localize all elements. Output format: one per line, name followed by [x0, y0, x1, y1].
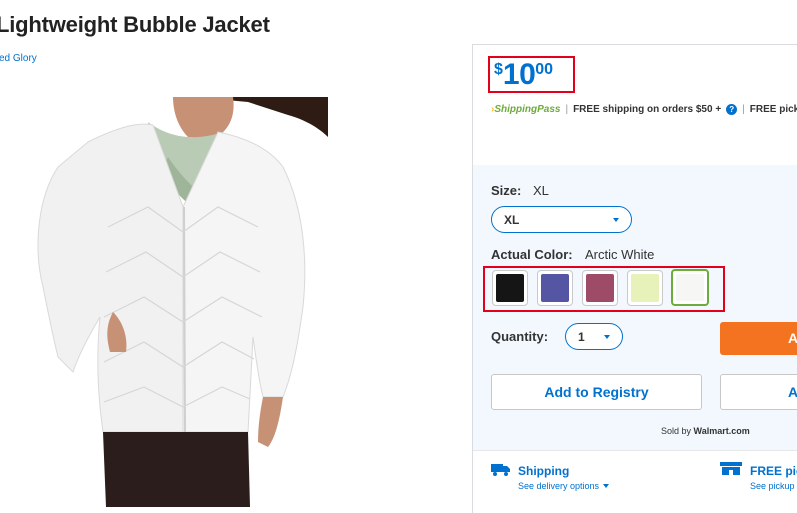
sold-by: Sold by Walmart.com: [661, 426, 750, 436]
quantity-select[interactable]: 1: [565, 323, 623, 350]
help-icon[interactable]: ?: [726, 104, 738, 115]
pickup-link[interactable]: See pickup: [750, 481, 797, 491]
swatch-black[interactable]: [492, 270, 528, 306]
free-shipping-text: FREE shipping on orders $50 +: [573, 104, 722, 115]
add-to-registry-button[interactable]: Add to Registry: [491, 374, 702, 410]
free-pickup-text: FREE pickup: [749, 104, 797, 115]
swatch-berry[interactable]: [582, 270, 618, 306]
quantity-value: 1: [578, 329, 585, 344]
pickup-option[interactable]: FREE pic See pickup: [750, 464, 797, 491]
chevron-down-icon: [603, 484, 610, 488]
sold-by-prefix: Sold by: [661, 426, 692, 436]
chevron-down-icon: [604, 334, 610, 339]
divider: |: [565, 104, 569, 115]
shipping-option[interactable]: Shipping See delivery options: [518, 464, 610, 491]
shipping-pass-logo: ›ShippingPass: [491, 104, 561, 115]
add-to-list-button[interactable]: A: [720, 374, 797, 410]
chevron-down-icon: [613, 217, 619, 222]
color-value: Arctic White: [585, 247, 655, 262]
price: $1000: [494, 58, 553, 92]
divider: |: [742, 104, 745, 115]
price-highlight: $1000: [488, 56, 575, 93]
swatch-arctic-white[interactable]: [671, 269, 709, 306]
price-currency: $: [494, 61, 503, 78]
size-label: Size:: [491, 183, 522, 198]
add-to-cart-button[interactable]: A: [720, 322, 797, 355]
pickup-title: FREE pic: [750, 464, 797, 478]
price-cents: 00: [535, 61, 554, 78]
product-image[interactable]: [18, 97, 328, 507]
color-label: Actual Color:: [491, 247, 573, 262]
shipping-pass-line: ›ShippingPass | FREE shipping on orders …: [491, 104, 797, 115]
swatch-lime[interactable]: [627, 270, 663, 306]
delivery-options-link[interactable]: See delivery options: [518, 481, 610, 491]
truck-icon: [491, 464, 510, 476]
price-dollars: 10: [502, 58, 536, 91]
seller-name[interactable]: Walmart.com: [694, 426, 750, 436]
shipping-title: Shipping: [518, 464, 570, 478]
size-select-value: XL: [504, 212, 520, 227]
store-icon: [720, 462, 742, 475]
product-title: Lightweight Bubble Jacket: [0, 12, 270, 37]
size-value: XL: [533, 183, 549, 198]
quantity-label: Quantity:: [491, 329, 549, 344]
brand-link[interactable]: ed Glory: [0, 53, 37, 64]
size-select[interactable]: XL: [491, 206, 632, 233]
swatch-blue[interactable]: [537, 270, 573, 306]
